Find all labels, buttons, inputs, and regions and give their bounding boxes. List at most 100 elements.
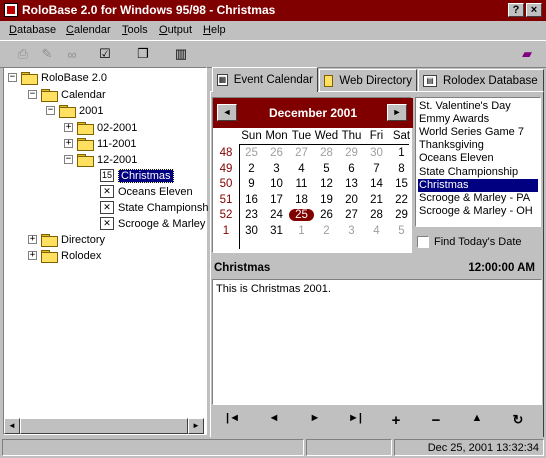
calendar-day[interactable]: 7 xyxy=(364,163,389,175)
calendar-day[interactable]: 4 xyxy=(364,225,389,237)
tab-rolodex-database[interactable]: ▤ Rolodex Database xyxy=(418,69,544,91)
tree-item-christmas[interactable]: 15 Christmas xyxy=(100,168,174,183)
tree-view[interactable]: − RoloBase 2.0 − Calendar − 2001 + 02-20… xyxy=(3,67,209,435)
calendar-day[interactable]: 18 xyxy=(289,194,314,206)
calendar-day[interactable]: 5 xyxy=(389,225,414,237)
calendar-day[interactable]: 11 xyxy=(289,178,314,190)
tree-item-oceans-eleven[interactable]: ✕ Oceans Eleven xyxy=(100,184,193,199)
next-month-button[interactable]: ► xyxy=(387,104,407,121)
edit-record-button[interactable]: ▲ xyxy=(466,412,488,428)
calendar-day[interactable]: 30 xyxy=(239,225,264,237)
scroll-right-icon[interactable]: ► xyxy=(188,418,204,434)
calendar-day[interactable]: 17 xyxy=(264,194,289,206)
calendar-day[interactable]: 10 xyxy=(264,178,289,190)
calendar-day[interactable]: 28 xyxy=(364,209,389,221)
calendar-day[interactable]: 3 xyxy=(264,163,289,175)
collapse-icon[interactable]: − xyxy=(8,73,17,82)
calendar-day[interactable]: 16 xyxy=(239,194,264,206)
calendar-day[interactable]: 13 xyxy=(339,178,364,190)
calendar-day[interactable]: 2 xyxy=(239,163,264,175)
calendar-day[interactable]: 19 xyxy=(314,194,339,206)
calendar-day[interactable]: 1 xyxy=(389,147,414,159)
calendar-day[interactable]: 12 xyxy=(314,178,339,190)
menu-calendar[interactable]: Calendar xyxy=(66,24,111,36)
last-record-button[interactable]: ►| xyxy=(344,412,366,428)
tree-item-scrooge-marley[interactable]: ✕ Scrooge & Marley xyxy=(100,216,205,231)
calendar-day[interactable]: 27 xyxy=(339,209,364,221)
menu-database[interactable]: Database xyxy=(9,24,56,36)
event-list-item[interactable]: Oceans Eleven xyxy=(418,152,538,165)
book-icon[interactable]: ▰ xyxy=(516,44,538,64)
menu-output[interactable]: Output xyxy=(159,24,192,36)
expand-icon[interactable]: + xyxy=(64,123,73,132)
calendar-day[interactable]: 4 xyxy=(289,163,314,175)
prev-month-button[interactable]: ◄ xyxy=(217,104,237,121)
first-record-button[interactable]: |◄ xyxy=(222,412,244,428)
checklist-icon[interactable]: ☑ xyxy=(94,44,116,64)
refresh-button[interactable]: ↻ xyxy=(507,412,529,428)
delete-record-button[interactable]: − xyxy=(425,412,447,429)
tree-item-rolodex[interactable]: + Rolodex xyxy=(28,248,101,263)
menu-tools[interactable]: Tools xyxy=(122,24,148,36)
event-list-item[interactable]: Scrooge & Marley - OH xyxy=(418,205,538,218)
tree-item-11-2001[interactable]: + 11-2001 xyxy=(64,136,137,151)
event-list[interactable]: St. Valentine's Day Emmy Awards World Seri… xyxy=(415,97,541,227)
find-today-checkbox[interactable]: Find Today's Date xyxy=(417,234,541,250)
horizontal-scrollbar[interactable]: ◄ ► xyxy=(4,418,204,434)
tab-event-calendar[interactable]: ▦ Event Calendar xyxy=(212,67,318,92)
event-list-item[interactable]: St. Valentine's Day xyxy=(418,100,538,113)
event-list-item[interactable]: World Series Game 7 xyxy=(418,126,538,139)
printer-icon[interactable]: ⎙ xyxy=(12,44,34,64)
calendar-day[interactable]: 3 xyxy=(339,225,364,237)
month-calendar[interactable]: ◄ December 2001 ► Sun Mon Tue Wed Thu Fri Sat 4… xyxy=(212,97,414,253)
edit-icon[interactable]: ✎ xyxy=(36,44,58,64)
calendar-day[interactable]: 8 xyxy=(389,163,414,175)
scroll-left-icon[interactable]: ◄ xyxy=(4,418,20,434)
tree-item-02-2001[interactable]: + 02-2001 xyxy=(64,120,137,135)
checkbox-box[interactable] xyxy=(417,236,429,248)
tree-item-state-championship[interactable]: ✕ State Championsh xyxy=(100,200,209,215)
calendar-day[interactable]: 20 xyxy=(339,194,364,206)
collapse-icon[interactable]: − xyxy=(46,106,55,115)
event-list-item[interactable]: Christmas xyxy=(418,178,538,192)
calendar-day[interactable]: 27 xyxy=(289,147,314,159)
tree-item-2001[interactable]: − 2001 xyxy=(46,103,103,118)
calendar-day[interactable]: 29 xyxy=(339,147,364,159)
menu-help[interactable]: Help xyxy=(203,24,226,36)
close-button[interactable]: × xyxy=(526,3,542,17)
calendar-day[interactable]: 9 xyxy=(239,178,264,190)
scroll-thumb[interactable] xyxy=(20,418,188,434)
calendar-day[interactable]: 2 xyxy=(314,225,339,237)
tree-item-12-2001[interactable]: − 12-2001 xyxy=(64,152,137,167)
collapse-icon[interactable]: − xyxy=(64,155,73,164)
event-list-item[interactable]: State Championship xyxy=(418,166,538,179)
event-list-item[interactable]: Scrooge & Marley - PA xyxy=(418,192,538,205)
help-button[interactable]: ? xyxy=(508,3,524,17)
calendar-day[interactable]: 29 xyxy=(389,209,414,221)
calendar-day[interactable]: 21 xyxy=(364,194,389,206)
tree-item-directory[interactable]: + Directory xyxy=(28,232,105,247)
expand-icon[interactable]: + xyxy=(64,139,73,148)
exit-door-icon[interactable]: ▥ xyxy=(170,44,192,64)
expand-icon[interactable]: + xyxy=(28,251,37,260)
schedule-icon[interactable]: ❐ xyxy=(132,44,154,64)
calendar-day[interactable]: 26 xyxy=(264,147,289,159)
calendar-day[interactable]: 22 xyxy=(389,194,414,206)
event-list-item[interactable]: Thanksgiving xyxy=(418,139,538,152)
calendar-day[interactable]: 26 xyxy=(314,209,339,221)
calendar-day[interactable]: 31 xyxy=(264,225,289,237)
calendar-day[interactable]: 14 xyxy=(364,178,389,190)
tree-item-calendar[interactable]: − Calendar xyxy=(28,87,106,102)
calendar-day[interactable]: 1 xyxy=(289,225,314,237)
calendar-day[interactable]: 24 xyxy=(264,209,289,221)
calendar-day[interactable]: 30 xyxy=(364,147,389,159)
title-bar[interactable]: RoloBase 2.0 for Windows 95/98 - Christm… xyxy=(0,0,546,21)
add-record-button[interactable]: + xyxy=(385,412,407,429)
expand-icon[interactable]: + xyxy=(28,235,37,244)
calendar-day[interactable]: 15 xyxy=(389,178,414,190)
calendar-day[interactable]: 23 xyxy=(239,209,264,221)
prev-record-button[interactable]: ◄ xyxy=(263,412,285,428)
calendar-day[interactable]: 6 xyxy=(339,163,364,175)
calendar-day[interactable]: 28 xyxy=(314,147,339,159)
calendar-day[interactable]: 5 xyxy=(314,163,339,175)
